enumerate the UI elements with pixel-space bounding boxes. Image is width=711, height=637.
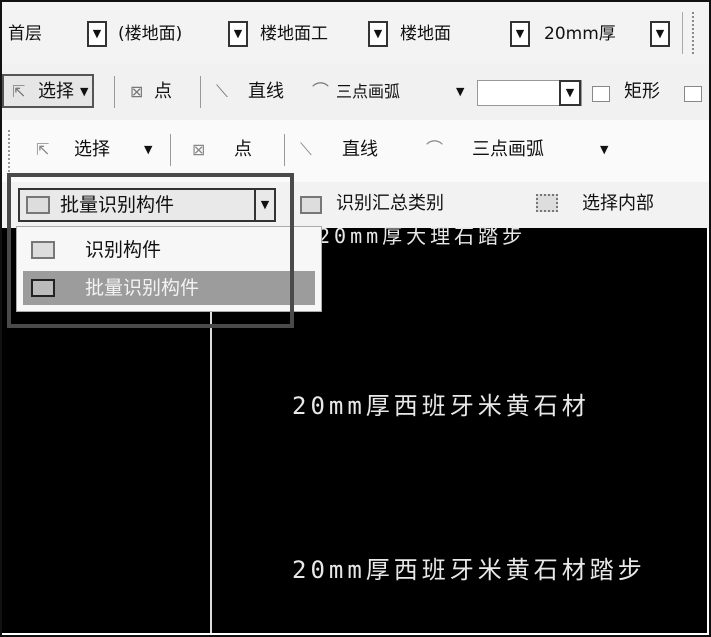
arc-button[interactable]: 三点画弧 — [336, 76, 400, 108]
type-combo[interactable]: 楼地面 — [400, 18, 500, 50]
chevron-down-icon[interactable]: ▼ — [559, 80, 581, 106]
menu-item-label: 识别构件 — [85, 239, 162, 261]
cad-text: 20mm厚西班牙米黄石材 — [292, 392, 590, 420]
chevron-down-icon[interactable]: ▼ — [456, 76, 464, 108]
point-icon: ⊠ — [130, 82, 144, 101]
chevron-down-icon[interactable]: ▼ — [87, 21, 107, 47]
point-button[interactable]: 点 — [234, 134, 252, 166]
rect-button[interactable]: 矩形 — [624, 76, 660, 108]
select-button[interactable]: 选择 — [74, 134, 110, 166]
arc-button[interactable]: 三点画弧 — [472, 134, 544, 166]
draw-toolbar-secondary: ⇱ 选择 ▼ ⊠ 点 ⟍ 直线 ⌒ 三点画弧 ▼ — [2, 120, 709, 182]
toolbar-grip — [692, 12, 694, 54]
cad-text: 20mm厚大理石踏步 — [318, 224, 527, 248]
menu-item-batch-identify[interactable]: 批量识别构件 — [23, 271, 315, 305]
select-inner-button[interactable]: 选择内部 — [582, 188, 654, 220]
chevron-down-icon[interactable]: ▼ — [228, 21, 248, 47]
chevron-down-icon[interactable]: ▼ — [254, 190, 274, 220]
material-combo[interactable]: 20mm厚 — [544, 18, 644, 50]
batch-identify-button[interactable]: 批量识别构件 ▼ — [18, 188, 276, 222]
batch-identify-label: 批量识别构件 — [60, 194, 175, 216]
point-icon: ⊠ — [192, 140, 206, 159]
toolbar-separator — [682, 12, 683, 54]
arc-icon: ⌒ — [426, 140, 443, 160]
chevron-down-icon[interactable]: ▼ — [600, 134, 608, 166]
cad-text: 20mm厚西班牙米黄石材踏步 — [292, 556, 646, 584]
chevron-down-icon[interactable]: ▼ — [510, 21, 530, 47]
line-icon: ⟍ — [216, 82, 228, 102]
identify-summary-button[interactable]: 识别汇总类别 — [336, 188, 444, 220]
toolbar-separator — [200, 76, 201, 108]
arc-icon: ⌒ — [312, 82, 329, 102]
component-icon — [31, 241, 55, 259]
line-button[interactable]: 直线 — [342, 134, 378, 166]
chevron-down-icon[interactable]: ▼ — [650, 21, 670, 47]
line-icon: ⟍ — [300, 140, 312, 160]
chevron-down-icon[interactable]: ▼ — [368, 21, 388, 47]
identify-dropdown-menu: 识别构件 批量识别构件 — [16, 226, 322, 312]
cursor-icon: ⇱ — [12, 82, 26, 101]
category2-combo[interactable]: 楼地面工 — [260, 18, 364, 50]
menu-item-label: 批量识别构件 — [85, 277, 200, 299]
component-icon — [26, 196, 50, 214]
select-inner-icon — [536, 194, 558, 212]
menu-item-identify[interactable]: 识别构件 — [23, 233, 315, 267]
toolbar-grip — [8, 130, 10, 172]
draw-toolbar: ⇱ 选择 ▼ ⊠ 点 ⟍ 直线 ⌒ 三点画弧 ▼ ▼ 矩形 — [2, 64, 709, 121]
select-label: 选择 — [38, 81, 74, 102]
summary-icon — [300, 196, 322, 214]
selector-bar: 首层 ▼ (楼地面) ▼ 楼地面工 ▼ 楼地面 ▼ 20mm厚 ▼ — [2, 2, 709, 65]
line-button[interactable]: 直线 — [248, 76, 284, 108]
toolbar-separator — [114, 76, 115, 108]
cursor-icon: ⇱ — [36, 140, 50, 159]
chevron-down-icon[interactable]: ▼ — [80, 76, 88, 108]
chevron-down-icon[interactable]: ▼ — [144, 134, 152, 166]
component-icon — [31, 279, 55, 297]
rect-checkbox[interactable] — [592, 86, 610, 102]
category-combo[interactable]: (楼地面) — [118, 18, 222, 50]
toolbar-separator — [170, 134, 171, 166]
arc-mode-select[interactable]: ▼ — [477, 80, 582, 106]
floor-combo[interactable]: 首层 — [8, 18, 78, 50]
point-button[interactable]: 点 — [154, 76, 172, 108]
checkbox-icon[interactable] — [684, 86, 702, 102]
toolbar-separator — [284, 134, 285, 166]
